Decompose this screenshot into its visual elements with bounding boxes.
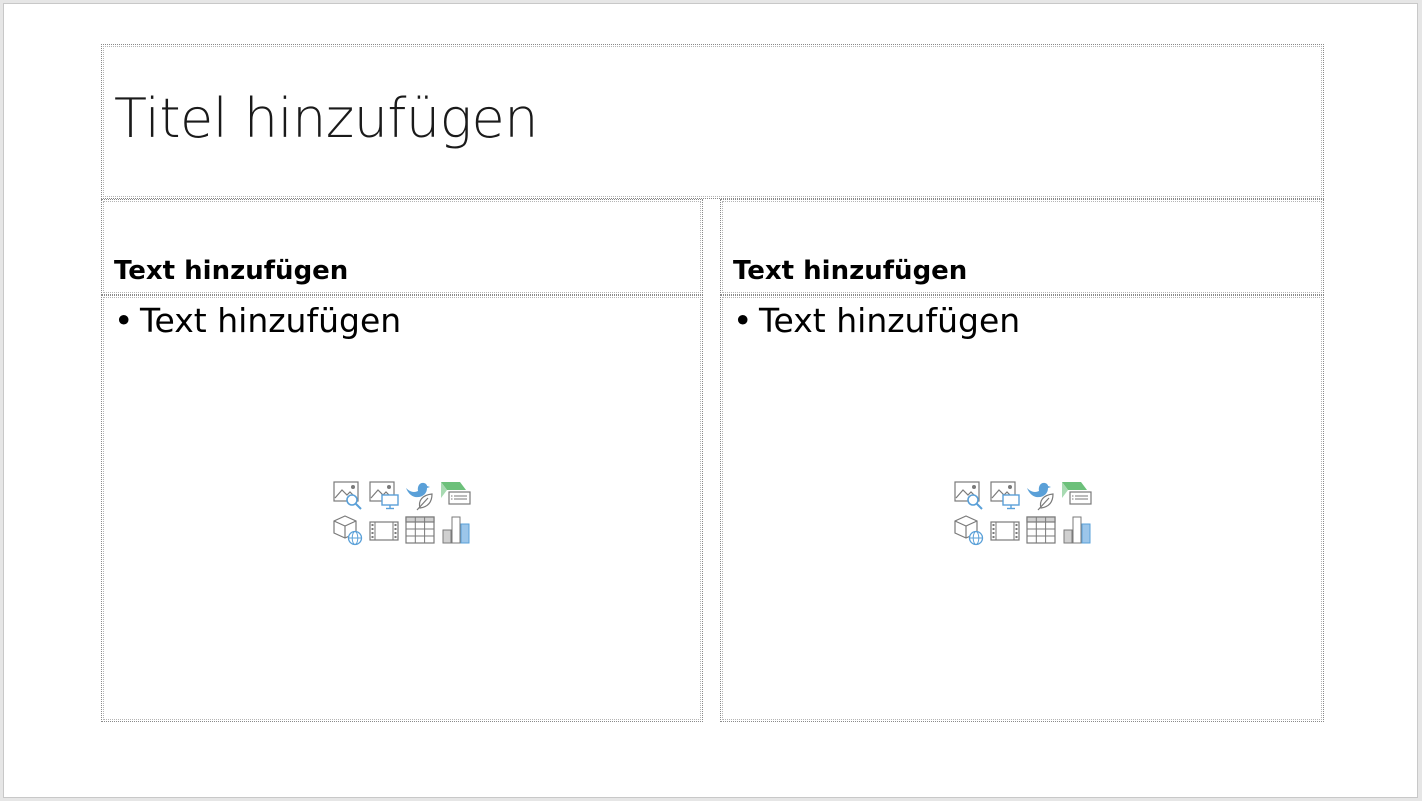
- video-icon[interactable]: [368, 514, 400, 546]
- left-bullet-item: • Text hinzufügen: [114, 301, 401, 340]
- smartart-icon[interactable]: [1061, 479, 1093, 511]
- chart-icon[interactable]: [440, 514, 472, 546]
- left-body-text: Text hinzufügen: [140, 301, 402, 340]
- left-insert-icons: [332, 479, 472, 546]
- icons-icon[interactable]: [1025, 479, 1057, 511]
- icons-icon[interactable]: [404, 479, 436, 511]
- title-placeholder-text: Titel hinzufügen: [114, 87, 539, 150]
- video-icon[interactable]: [989, 514, 1021, 546]
- picture-search-icon[interactable]: [332, 479, 364, 511]
- 3d-model-icon[interactable]: [953, 514, 985, 546]
- online-picture-icon[interactable]: [368, 479, 400, 511]
- right-heading-text: Text hinzufügen: [733, 256, 968, 286]
- table-icon[interactable]: [404, 514, 436, 546]
- table-icon[interactable]: [1025, 514, 1057, 546]
- right-bullet-item: • Text hinzufügen: [733, 301, 1020, 340]
- title-placeholder[interactable]: Titel hinzufügen: [101, 44, 1324, 199]
- 3d-model-icon[interactable]: [332, 514, 364, 546]
- bullet-marker: •: [114, 301, 134, 340]
- online-picture-icon[interactable]: [989, 479, 1021, 511]
- bullet-marker: •: [733, 301, 753, 340]
- slide-canvas[interactable]: Titel hinzufügen Text hinzufügen • Text …: [3, 3, 1418, 798]
- chart-icon[interactable]: [1061, 514, 1093, 546]
- smartart-icon[interactable]: [440, 479, 472, 511]
- right-body-text: Text hinzufügen: [759, 301, 1021, 340]
- left-heading-placeholder[interactable]: Text hinzufügen: [101, 199, 703, 295]
- right-heading-placeholder[interactable]: Text hinzufügen: [720, 199, 1324, 295]
- picture-search-icon[interactable]: [953, 479, 985, 511]
- left-content-placeholder[interactable]: • Text hinzufügen: [101, 295, 703, 722]
- right-insert-icons: [953, 479, 1093, 546]
- left-heading-text: Text hinzufügen: [114, 256, 349, 286]
- right-content-placeholder[interactable]: • Text hinzufügen: [720, 295, 1324, 722]
